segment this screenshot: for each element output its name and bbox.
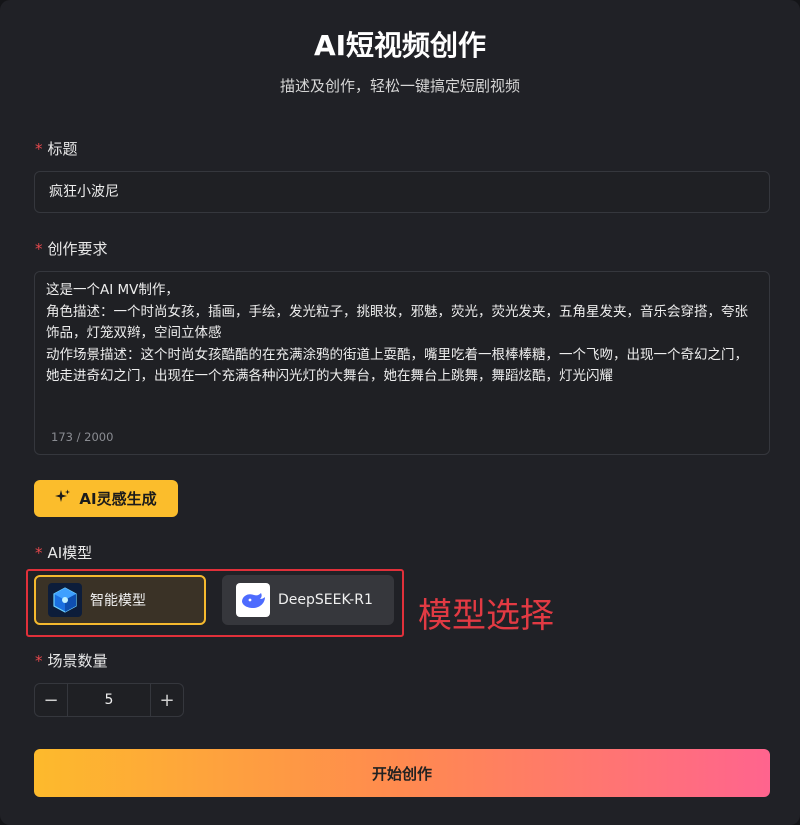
title-input[interactable]: 疯狂小波尼 (34, 171, 770, 213)
creation-dialog: AI短视频创作 描述及创作，轻松一键搞定短剧视频 * 标题 疯狂小波尼 * 创作要求… (0, 0, 800, 825)
model-option-smart[interactable]: 智能模型 (34, 575, 206, 625)
requirement-textarea[interactable]: 这是一个AI MV制作， 角色描述：一个时尚女孩，插画，手绘，发光粒子，挑眼妆，… (34, 271, 770, 455)
increment-button[interactable]: + (151, 684, 183, 716)
model-option-label: 智能模型 (90, 593, 146, 609)
required-marker: * (35, 140, 43, 158)
scene-count-stepper[interactable]: − 5 + (34, 683, 184, 717)
scene-count-label: * 场景数量 (35, 650, 108, 671)
scene-count-value[interactable]: 5 (67, 684, 151, 716)
required-marker: * (35, 652, 43, 670)
requirement-label-text: 创作要求 (47, 240, 108, 258)
decrement-button[interactable]: − (35, 684, 67, 716)
cube-logo-icon (48, 583, 82, 617)
model-option-deepseek[interactable]: DeepSEEK-R1 (222, 575, 394, 625)
character-counter: 173 / 2000 (51, 430, 114, 444)
ai-inspire-label: AI灵感生成 (79, 490, 157, 508)
model-option-label: DeepSEEK-R1 (278, 592, 373, 608)
required-marker: * (35, 544, 43, 562)
model-label-text: AI模型 (47, 544, 93, 562)
requirement-label: * 创作要求 (35, 238, 108, 259)
model-label: * AI模型 (35, 542, 92, 563)
whale-logo-icon (236, 583, 270, 617)
scene-count-label-text: 场景数量 (47, 652, 108, 670)
title-label-text: 标题 (47, 140, 78, 158)
model-selection-annotation: 模型选择 (418, 596, 554, 636)
page-subtitle: 描述及创作，轻松一键搞定短剧视频 (279, 77, 520, 95)
requirement-text[interactable]: 这是一个AI MV制作， 角色描述：一个时尚女孩，插画，手绘，发光粒子，挑眼妆，… (46, 280, 758, 388)
start-creation-button[interactable]: 开始创作 (34, 749, 770, 797)
sparkle-icon (55, 489, 71, 509)
title-label: * 标题 (35, 138, 78, 159)
required-marker: * (35, 240, 43, 258)
ai-inspire-button[interactable]: AI灵感生成 (34, 480, 178, 517)
page-title: AI短视频创作 (313, 29, 487, 62)
